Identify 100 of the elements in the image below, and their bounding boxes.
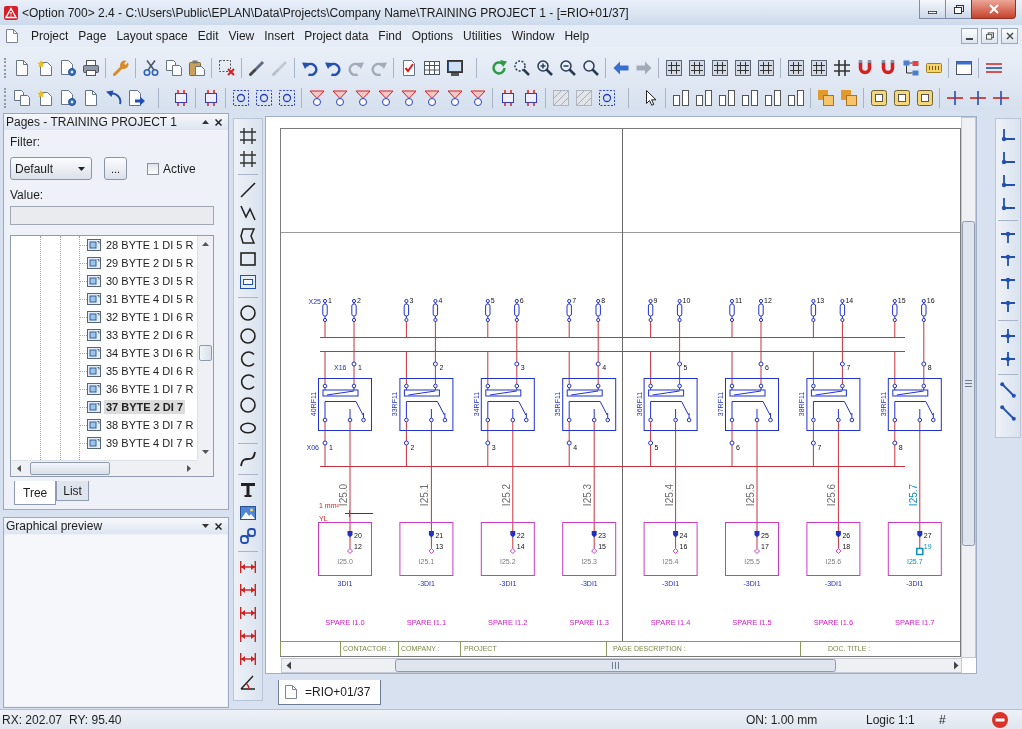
star-page-icon[interactable] <box>36 89 53 106</box>
circle-icon[interactable] <box>240 327 256 344</box>
scrollbar-thumb[interactable] <box>199 345 212 361</box>
line-icon[interactable] <box>240 181 256 198</box>
grid-icon[interactable] <box>757 59 774 76</box>
tree-item[interactable]: 38 BYTE 3 DI 7 R <box>104 418 196 432</box>
circle-icon[interactable] <box>240 304 256 321</box>
menu-item[interactable]: Layout space <box>111 27 193 45</box>
menu-item[interactable]: Window <box>506 27 560 45</box>
dashed-magnifier-icon[interactable] <box>513 59 530 76</box>
close-button[interactable] <box>1001 28 1018 44</box>
filter-dropdown[interactable]: Default <box>10 157 92 180</box>
ellipse-icon[interactable] <box>240 419 256 436</box>
tree-item[interactable]: 29 BYTE 2 DI 5 R <box>104 256 196 270</box>
page-tab[interactable]: =RIO+01/37 <box>278 680 382 705</box>
vertical-scrollbar[interactable] <box>961 117 976 658</box>
checked-page-icon[interactable] <box>400 59 417 76</box>
horizontal-scrollbar[interactable] <box>281 658 962 673</box>
tree-item[interactable]: 39 BYTE 4 DI 7 R <box>104 436 196 450</box>
dashed-box-icon[interactable] <box>278 89 295 106</box>
close-icon[interactable] <box>215 118 222 126</box>
square-frame-icon[interactable] <box>893 89 910 106</box>
triangle-right-icon[interactable] <box>187 465 191 472</box>
menu-item[interactable]: Page <box>73 27 112 45</box>
tree-item[interactable]: 32 BYTE 1 DI 6 R <box>104 310 196 324</box>
square-frame-icon[interactable] <box>870 89 887 106</box>
active-checkbox[interactable] <box>147 162 159 175</box>
maximize-button[interactable] <box>945 0 971 19</box>
triangle-up-icon[interactable] <box>202 242 209 246</box>
picture-frame-icon[interactable] <box>240 273 256 290</box>
triangle-right-icon[interactable] <box>954 661 959 670</box>
square-frame-icon[interactable] <box>916 89 933 106</box>
branch-icon[interactable] <box>902 59 919 76</box>
scissors-icon[interactable] <box>142 59 159 76</box>
gear-page-icon[interactable] <box>59 89 76 106</box>
more-button[interactable]: ... <box>104 157 127 180</box>
grid-lines-icon[interactable] <box>240 127 256 144</box>
stacked-squares-icon[interactable] <box>840 89 857 106</box>
tree-item[interactable]: 34 BYTE 3 DI 6 R <box>104 346 196 360</box>
menu-item[interactable]: Insert <box>259 27 300 45</box>
scrollbar-thumb[interactable] <box>962 221 975 546</box>
triangle-circle-icon[interactable] <box>354 89 371 106</box>
minimize-button[interactable] <box>919 0 945 19</box>
text-tool-icon[interactable] <box>240 481 256 498</box>
curved-arrow-icon[interactable] <box>105 89 122 106</box>
page-arrow-icon[interactable] <box>128 89 145 106</box>
cross-line-icon[interactable] <box>992 89 1009 106</box>
magnet-icon[interactable] <box>856 59 873 76</box>
scrollbar-thumb[interactable] <box>30 462 110 475</box>
triangle-up-icon[interactable] <box>202 120 209 124</box>
grid-icon[interactable] <box>810 59 827 76</box>
brush-icon[interactable] <box>248 59 265 76</box>
vertical-scrollbar[interactable] <box>197 236 213 460</box>
bars-icon[interactable] <box>672 89 689 106</box>
triangle-circle-icon[interactable] <box>469 89 486 106</box>
gear-page-icon[interactable] <box>59 59 76 76</box>
panel-tab[interactable]: List <box>56 481 89 501</box>
polyline-icon[interactable] <box>240 204 256 221</box>
minimize-button[interactable] <box>961 28 978 44</box>
triangle-down-icon[interactable] <box>202 450 209 454</box>
close-icon[interactable] <box>215 522 222 530</box>
hash-icon[interactable] <box>833 59 850 76</box>
document-icon[interactable] <box>6 29 18 43</box>
arc-icon[interactable] <box>240 373 256 390</box>
grid-icon[interactable] <box>787 59 804 76</box>
copy-icon[interactable] <box>165 59 182 76</box>
menu-item[interactable]: View <box>223 27 260 45</box>
chip-icon[interactable] <box>522 89 539 106</box>
curve-icon[interactable] <box>240 450 256 467</box>
cross-connection-icon[interactable] <box>1000 327 1016 344</box>
menu-item[interactable]: Options <box>406 27 459 45</box>
diagonal-connection-icon[interactable] <box>1000 404 1016 421</box>
corner-connection-icon[interactable] <box>1000 127 1016 144</box>
rectangle-icon[interactable] <box>240 250 256 267</box>
cross-line-icon[interactable] <box>946 89 963 106</box>
restore-button[interactable] <box>981 28 998 44</box>
panel-tab[interactable]: Tree <box>14 481 57 505</box>
bars-icon[interactable] <box>718 89 735 106</box>
triangle-circle-icon[interactable] <box>446 89 463 106</box>
cross-box-icon[interactable] <box>218 59 235 76</box>
dimension-icon[interactable] <box>240 604 256 621</box>
magnet-icon[interactable] <box>879 59 896 76</box>
close-button[interactable] <box>971 0 1016 19</box>
triangle-circle-icon[interactable] <box>377 89 394 106</box>
circle-icon[interactable] <box>240 396 256 413</box>
chain-link-icon[interactable] <box>240 527 256 544</box>
menu-item[interactable]: Utilities <box>458 27 507 45</box>
dashed-box-icon[interactable] <box>598 89 615 106</box>
menu-item[interactable]: Project <box>26 27 74 45</box>
grid-icon[interactable] <box>688 59 705 76</box>
cross-connection-icon[interactable] <box>1000 350 1016 367</box>
tree-item[interactable]: 36 BYTE 1 DI 7 R <box>104 382 196 396</box>
corner-connection-icon[interactable] <box>1000 173 1016 190</box>
zoom-in-icon[interactable] <box>536 59 553 76</box>
clipboard-icon[interactable] <box>188 59 205 76</box>
angle-dimension-icon[interactable] <box>240 673 256 690</box>
menu-item[interactable]: Help <box>559 27 595 45</box>
triangle-circle-icon[interactable] <box>400 89 417 106</box>
triangle-left-icon[interactable] <box>286 661 291 670</box>
chip-icon[interactable] <box>499 89 516 106</box>
